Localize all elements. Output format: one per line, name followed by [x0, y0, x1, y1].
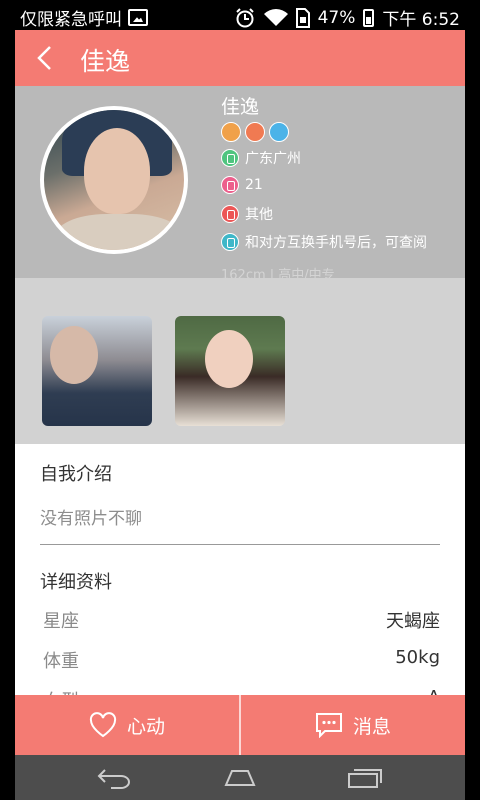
status-right: 47% 下午 6:52 — [234, 5, 460, 30]
app-screen: 佳逸 佳逸 广东广州 21 其他 和对方互换手机号后，可查阅 162cm | 高… — [15, 30, 465, 755]
location-row: 广东广州 — [221, 148, 301, 168]
age-row: 21 — [221, 176, 263, 194]
detail-label: 体重 — [43, 651, 79, 672]
sim-icon — [295, 7, 310, 28]
divider — [40, 544, 440, 545]
phone-icon — [221, 233, 239, 251]
female-icon — [221, 176, 239, 194]
phone-note-text: 和对方互换手机号后，可查阅 — [245, 235, 427, 251]
like-button[interactable]: 心动 — [15, 695, 239, 755]
back-arrow-icon[interactable] — [33, 44, 57, 72]
age-text: 21 — [245, 177, 263, 193]
status-left: 仅限紧急呼叫 — [20, 5, 148, 30]
location-icon — [221, 149, 239, 167]
detail-row: 星座 天蝎座 — [43, 607, 440, 633]
occupation-text: 其他 — [245, 207, 273, 223]
message-label: 消息 — [352, 715, 391, 738]
bottom-action-bar: 心动 消息 — [15, 695, 465, 755]
details-title: 详细资料 — [40, 572, 112, 593]
status-bar: 仅限紧急呼叫 47% 下午 6:52 — [0, 0, 480, 30]
gallery-photo[interactable] — [42, 316, 152, 426]
gallery-photo[interactable] — [175, 316, 285, 426]
intro-section: 自我介绍 没有照片不聊 — [40, 460, 142, 529]
page-title: 佳逸 — [80, 47, 131, 76]
detail-value: 天蝎座 — [386, 611, 440, 632]
image-notification-icon — [128, 9, 148, 26]
chat-badge-icon — [269, 122, 289, 142]
battery-icon — [363, 8, 375, 27]
phone-row: 和对方互换手机号后，可查阅 — [221, 232, 427, 252]
crown-badge-icon — [245, 122, 265, 142]
intro-text: 没有照片不聊 — [40, 509, 142, 529]
like-label: 心动 — [126, 715, 165, 738]
photo-face — [205, 330, 253, 388]
star-icon — [221, 205, 239, 223]
wifi-icon — [263, 8, 288, 26]
battery-percent: 47% — [317, 7, 356, 28]
title-bar: 佳逸 — [15, 30, 465, 86]
detail-value: 50kg — [395, 647, 440, 668]
occupation-row: 其他 — [221, 204, 273, 224]
recents-nav-icon[interactable] — [345, 765, 385, 789]
avatar[interactable] — [40, 106, 188, 254]
avatar-body — [54, 214, 184, 250]
clock: 下午 6:52 — [382, 10, 460, 30]
level-badge-icon — [221, 122, 241, 142]
location-text: 广东广州 — [245, 151, 301, 167]
intro-title: 自我介绍 — [40, 464, 112, 485]
profile-name: 佳逸 — [221, 96, 260, 118]
avatar-face — [84, 128, 150, 214]
system-nav-bar — [15, 755, 465, 800]
alarm-icon — [235, 7, 254, 27]
profile-header: 佳逸 广东广州 21 其他 和对方互换手机号后，可查阅 162cm | 高中/中… — [15, 86, 465, 283]
home-nav-icon[interactable] — [220, 765, 260, 789]
back-nav-icon[interactable] — [95, 765, 135, 789]
detail-label: 星座 — [43, 611, 79, 632]
network-status-text: 仅限紧急呼叫 — [20, 10, 122, 30]
message-button[interactable]: 消息 — [241, 695, 465, 755]
photo-face — [50, 326, 98, 384]
message-icon — [315, 713, 342, 738]
photo-gallery — [15, 278, 465, 444]
detail-row: 体重 50kg — [43, 647, 440, 673]
heart-icon — [89, 712, 117, 738]
badge-row — [221, 122, 289, 142]
